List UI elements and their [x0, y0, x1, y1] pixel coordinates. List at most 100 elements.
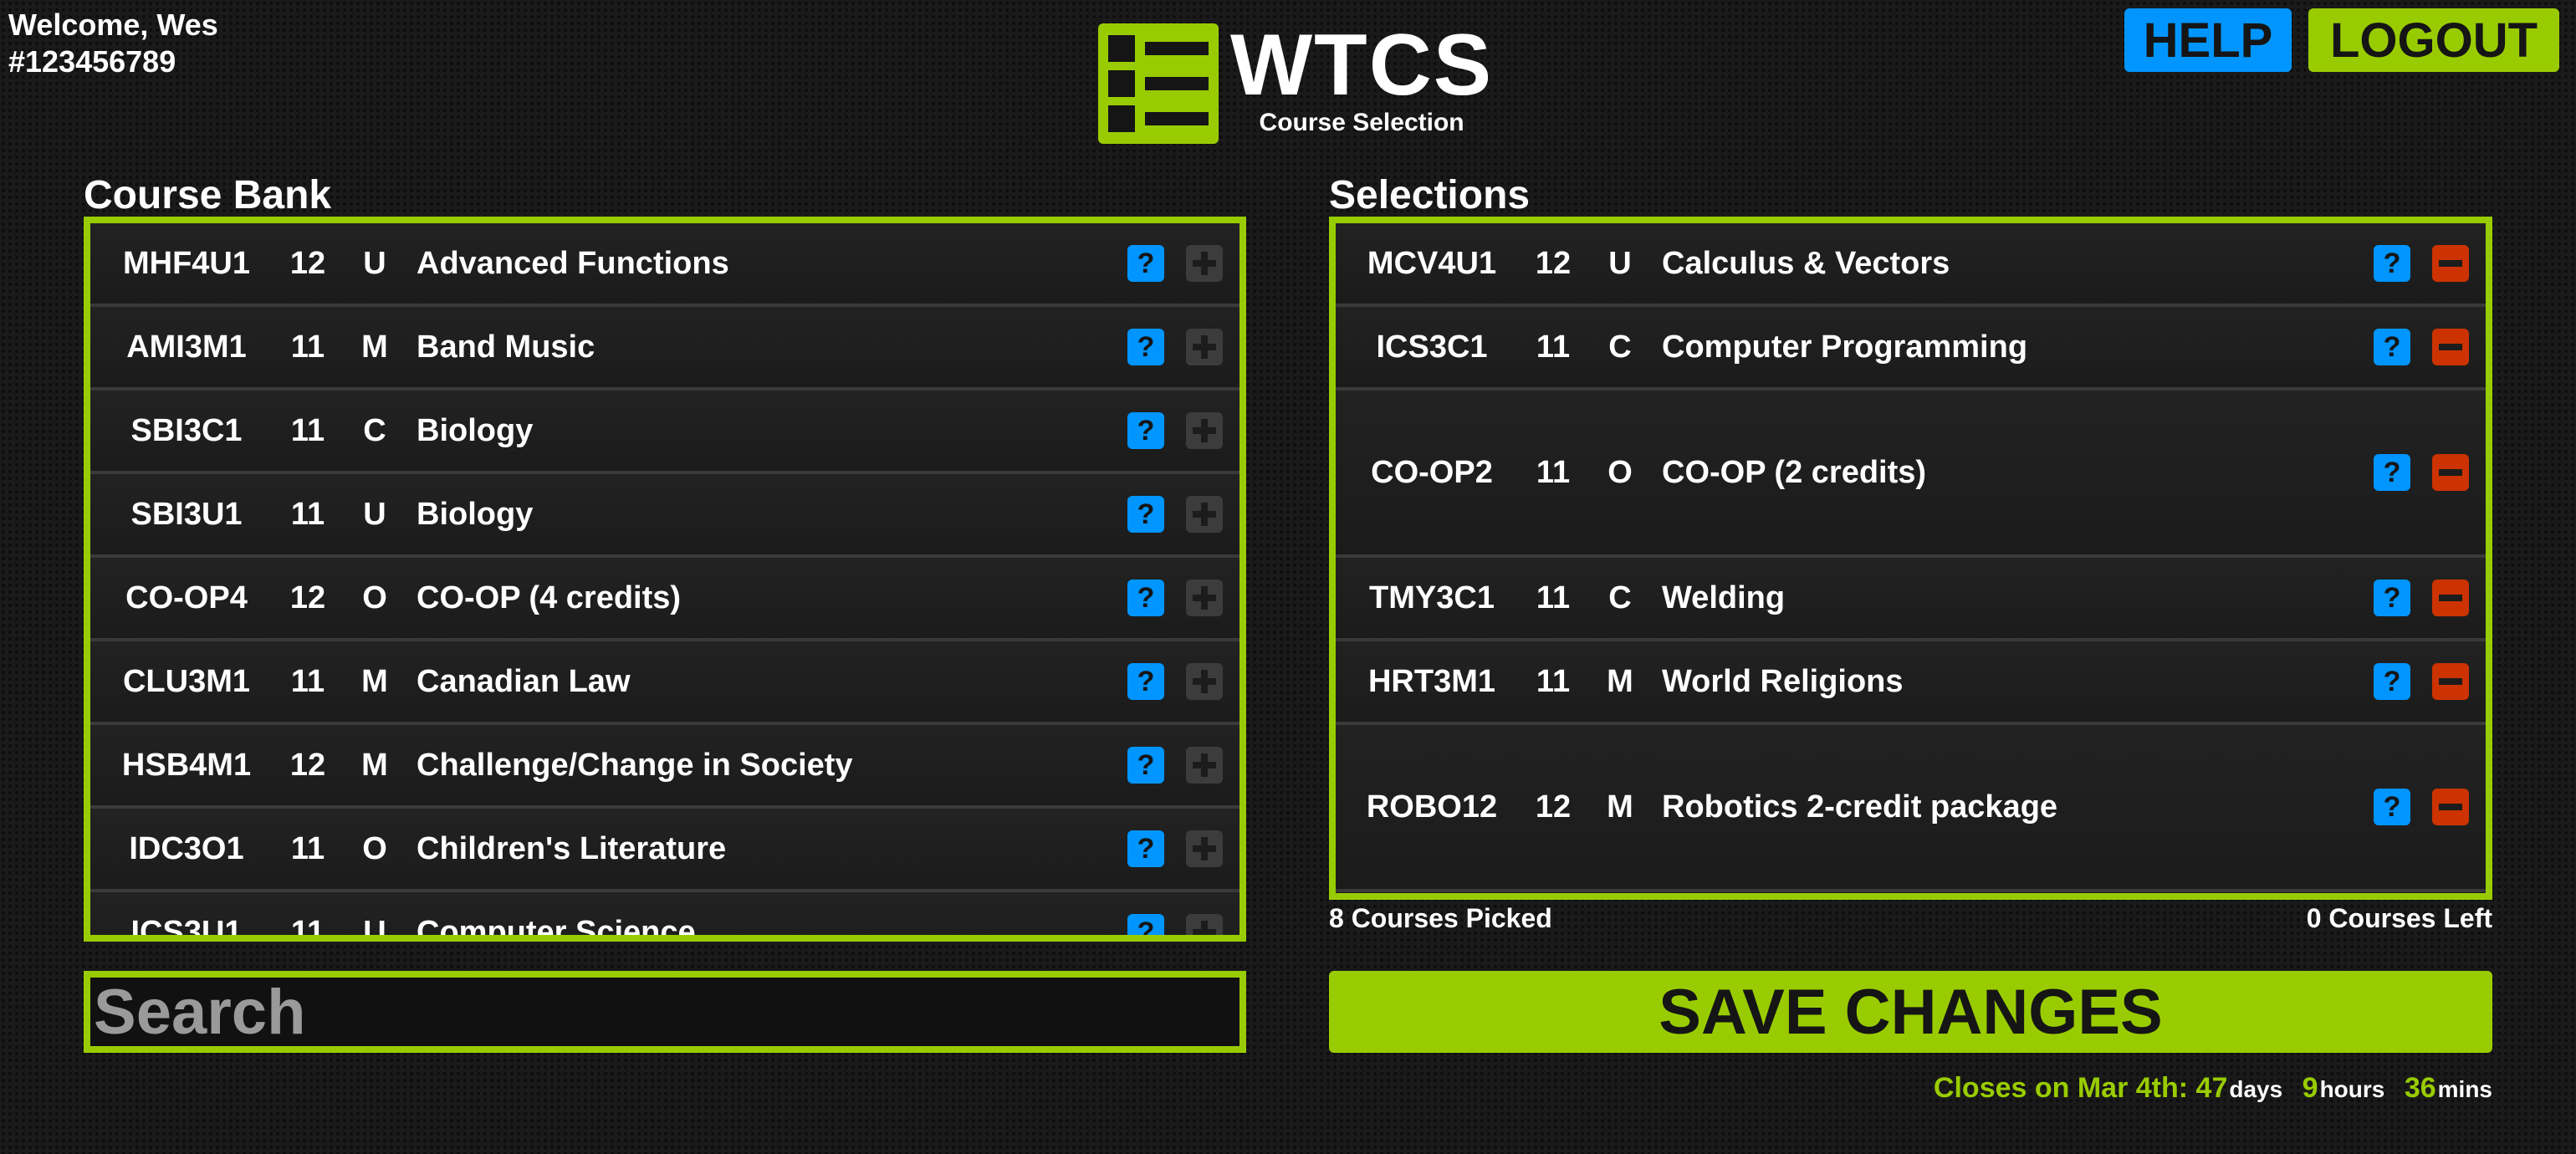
course-level: O [1607, 454, 1633, 490]
plus-icon [1193, 503, 1216, 526]
course-grade: 12 [289, 747, 326, 783]
course-info-button[interactable]: ? [1127, 914, 1164, 942]
course-info-button[interactable]: ? [1127, 245, 1164, 282]
course-info-button[interactable]: ? [1127, 412, 1164, 449]
course-code: TMY3C1 [1369, 580, 1495, 615]
add-course-button[interactable] [1186, 245, 1223, 282]
course-grade: 11 [1536, 454, 1571, 490]
remove-course-button[interactable] [2432, 663, 2469, 700]
course-info-button[interactable]: ? [1127, 496, 1164, 533]
add-course-button[interactable] [1186, 496, 1223, 533]
course-bank-row[interactable]: ICS3U1 11 U Computer Science? [90, 892, 1239, 942]
student-id: #123456789 [8, 44, 176, 79]
help-button[interactable]: HELP [2124, 8, 2292, 72]
course-info-button[interactable]: ? [2374, 454, 2410, 491]
selections-list[interactable]: MCV4U1 12 U Calculus & Vectors? ICS3C1 11 C Com… [1329, 217, 2492, 900]
course-code: CO-OP2 [1371, 454, 1493, 490]
question-mark-icon: ? [1137, 665, 1155, 697]
course-level: M [1607, 789, 1633, 825]
course-bank-list[interactable]: MHF4U1 12 U Advanced Functions? AMI3M1 11 M Ban… [84, 217, 1246, 942]
course-name: Biology [417, 412, 534, 448]
course-bank-row[interactable]: HSB4M1 12 M Challenge/Change in Society? [90, 725, 1239, 809]
course-info-button[interactable]: ? [1127, 747, 1164, 784]
course-info-button[interactable]: ? [2374, 580, 2410, 616]
course-info-button[interactable]: ? [1127, 830, 1164, 867]
course-grade: 12 [289, 245, 326, 281]
course-level: U [363, 245, 386, 281]
course-name: Calculus & Vectors [1662, 245, 1950, 281]
remove-course-button[interactable] [2432, 245, 2469, 282]
selection-row[interactable]: MCV4U1 12 U Calculus & Vectors? [1336, 223, 2486, 307]
course-bank-row[interactable]: AMI3M1 11 M Band Music? [90, 307, 1239, 391]
course-code: CO-OP4 [125, 580, 248, 615]
search-box [84, 971, 1246, 1053]
hours-unit: hours [2319, 1076, 2385, 1102]
course-info-button[interactable]: ? [1127, 663, 1164, 700]
remove-course-button[interactable] [2432, 789, 2469, 825]
selection-row[interactable]: ROBO12 12 M Robotics 2-credit package? [1336, 725, 2486, 892]
course-bank-row[interactable]: CO-OP4 12 O CO-OP (4 credits)? [90, 558, 1239, 641]
course-code: CLU3M1 [122, 663, 251, 699]
add-course-button[interactable] [1186, 412, 1223, 449]
add-course-button[interactable] [1186, 663, 1223, 700]
course-name: Advanced Functions [417, 245, 729, 281]
course-bank-row[interactable]: CLU3M1 11 M Canadian Law? [90, 641, 1239, 725]
course-level: C [1608, 329, 1632, 365]
remove-course-button[interactable] [2432, 454, 2469, 491]
add-course-button[interactable] [1186, 747, 1223, 784]
question-mark-icon: ? [1137, 748, 1155, 781]
course-name: Welding [1662, 580, 1786, 615]
list-logo-icon [1098, 23, 1219, 144]
course-bank-row[interactable]: SBI3C1 11 C Biology? [90, 391, 1239, 474]
course-info-button[interactable]: ? [2374, 245, 2410, 282]
course-level: C [1608, 580, 1632, 615]
course-bank-row[interactable]: IDC3O1 11 O Children's Literature? [90, 809, 1239, 892]
add-course-button[interactable] [1186, 914, 1223, 935]
course-name: Canadian Law [417, 663, 631, 699]
question-mark-icon: ? [1137, 581, 1155, 614]
countdown-hours: 9 [2302, 1072, 2318, 1104]
course-grade: 12 [1535, 245, 1572, 281]
question-mark-icon: ? [2383, 665, 2401, 697]
course-counts: 8 Courses Picked 0 Courses Left [1329, 903, 2492, 934]
question-mark-icon: ? [1137, 916, 1155, 942]
course-name: Computer Science [417, 914, 696, 942]
plus-icon [1193, 921, 1216, 935]
course-bank-row[interactable]: SBI3U1 11 U Biology? [90, 474, 1239, 558]
minus-icon [2439, 469, 2462, 476]
add-course-button[interactable] [1186, 580, 1223, 616]
app-subtitle: Course Selection [1259, 109, 1464, 136]
plus-icon [1193, 419, 1216, 442]
countdown-prefix: Closes on Mar 4th: [1933, 1072, 2189, 1104]
selection-row[interactable]: CO-OP2 11 O CO-OP (2 credits)? [1336, 391, 2486, 558]
course-level: M [361, 663, 388, 699]
course-level: C [363, 412, 386, 448]
selection-row[interactable]: ICS3C1 11 C Computer Programming? [1336, 307, 2486, 391]
search-input[interactable] [90, 978, 1239, 1046]
remove-course-button[interactable] [2432, 580, 2469, 616]
selection-row[interactable]: TMY3C1 11 C Welding? [1336, 558, 2486, 641]
countdown-mins: 36 [2404, 1072, 2436, 1104]
save-changes-button[interactable]: SAVE CHANGES [1329, 971, 2492, 1053]
course-bank-title: Course Bank [84, 173, 332, 217]
plus-icon [1193, 252, 1216, 275]
selection-row[interactable]: HRT3M1 11 M World Religions? [1336, 641, 2486, 725]
course-code: HSB4M1 [121, 747, 252, 783]
add-course-button[interactable] [1186, 830, 1223, 867]
course-name: Band Music [417, 329, 595, 365]
courses-left: 0 Courses Left [2306, 903, 2492, 933]
logout-button[interactable]: LOGOUT [2308, 8, 2559, 72]
add-course-button[interactable] [1186, 329, 1223, 365]
course-bank-row[interactable]: MHF4U1 12 U Advanced Functions? [90, 223, 1239, 307]
course-info-button[interactable]: ? [2374, 663, 2410, 700]
course-level: M [1607, 663, 1633, 699]
remove-course-button[interactable] [2432, 329, 2469, 365]
course-info-button[interactable]: ? [2374, 329, 2410, 365]
course-level: O [362, 830, 387, 866]
course-info-button[interactable]: ? [1127, 329, 1164, 365]
course-grade: 12 [1535, 789, 1572, 825]
course-info-button[interactable]: ? [1127, 580, 1164, 616]
course-info-button[interactable]: ? [2374, 789, 2410, 825]
minus-icon [2439, 678, 2462, 685]
course-name: World Religions [1662, 663, 1904, 699]
